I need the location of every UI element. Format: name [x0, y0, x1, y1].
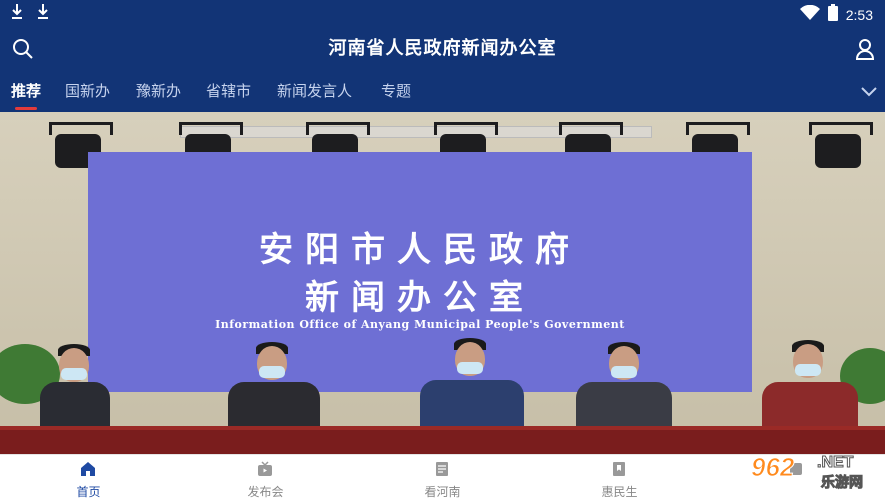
status-time: 2:53: [845, 6, 873, 23]
tab-state-council-office[interactable]: 国新办: [65, 80, 110, 102]
backdrop-title: 安阳市人民政府: [259, 230, 581, 270]
stage-light: [809, 122, 873, 168]
category-tabs: 推荐 国新办 豫新办 省辖市 新闻发言人 专题: [0, 70, 885, 112]
backdrop-english: Information Office of Anyang Municipal P…: [215, 318, 625, 331]
news-icon: [434, 461, 450, 481]
download-icon: [36, 3, 50, 25]
chevron-down-icon[interactable]: [861, 82, 877, 101]
backdrop-subtitle: 新闻办公室: [305, 278, 535, 318]
battery-icon: [827, 4, 838, 25]
hero-banner[interactable]: 安阳市人民政府 新闻办公室 Information Office of Anya…: [0, 112, 885, 454]
download-icon: [10, 3, 24, 25]
nav-home[interactable]: 首页: [0, 455, 177, 499]
nav-press-conference[interactable]: 发布会: [177, 455, 354, 499]
status-bar: 2:53: [0, 0, 885, 28]
tab-recommend[interactable]: 推荐: [11, 80, 41, 110]
nav-livelihood[interactable]: 惠民生: [531, 455, 708, 499]
watermark-net: .NET: [816, 454, 854, 472]
tab-spokesperson[interactable]: 新闻发言人: [277, 80, 352, 102]
watermark-logo: 962 .NET 乐游网: [745, 452, 881, 496]
tv-icon: [257, 461, 273, 481]
watermark-number: 962: [750, 452, 795, 483]
press-backdrop: 安阳市人民政府 新闻办公室 Information Office of Anya…: [88, 152, 752, 392]
watermark-text: 乐游网: [821, 475, 864, 492]
user-icon[interactable]: [855, 38, 875, 64]
bookmark-icon: [611, 461, 627, 481]
nav-label: 首页: [76, 485, 101, 499]
tab-topics[interactable]: 专题: [381, 80, 411, 102]
nav-label: 看河南: [424, 485, 461, 499]
home-icon: [80, 461, 96, 481]
nav-label: 发布会: [247, 485, 284, 499]
conference-table: [0, 430, 885, 454]
nav-view-henan[interactable]: 看河南: [354, 455, 531, 499]
nav-label: 惠民生: [601, 485, 638, 499]
tab-henan-office[interactable]: 豫新办: [136, 80, 181, 102]
page-title: 河南省人民政府新闻办公室: [328, 38, 557, 59]
wifi-icon: [799, 4, 820, 25]
app-header: 河南省人民政府新闻办公室: [0, 28, 885, 70]
tab-cities[interactable]: 省辖市: [206, 80, 251, 102]
